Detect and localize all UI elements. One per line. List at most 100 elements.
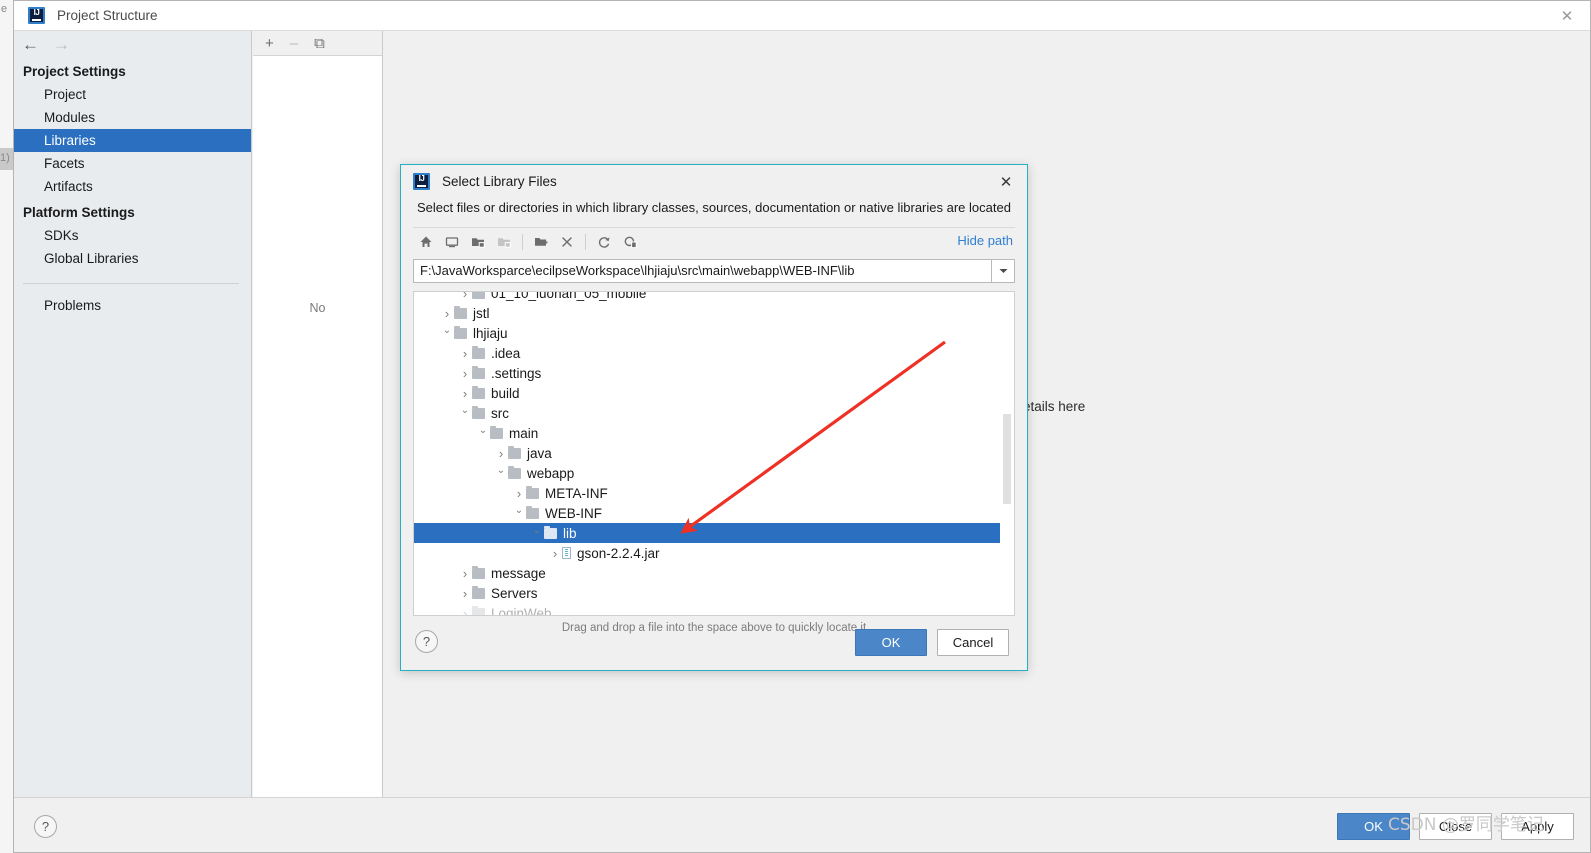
dialog-titlebar: Select Library Files ✕ — [401, 165, 1027, 198]
background-glyph-top: e — [1, 3, 8, 15]
folder-icon — [454, 305, 467, 319]
tree-scrollbar-thumb[interactable] — [1003, 414, 1011, 504]
tree-row-label: Servers — [491, 585, 538, 601]
folder-icon — [472, 385, 485, 399]
tree-row-label: .idea — [491, 345, 521, 361]
help-icon[interactable]: ? — [34, 815, 57, 838]
tree-row-label: WEB-INF — [545, 505, 602, 521]
arrow-right-icon[interactable]: → — [53, 36, 70, 53]
tree-row[interactable]: build — [414, 383, 1014, 403]
arrow-left-icon[interactable]: ← — [22, 36, 39, 53]
chevron-down-icon[interactable] — [494, 468, 508, 479]
dialog-file-toolbar: Hide path — [413, 227, 1015, 255]
folder-icon — [526, 505, 539, 519]
tree-row[interactable]: .settings — [414, 363, 1014, 383]
tree-row[interactable]: META-INF — [414, 483, 1014, 503]
sidebar-item-artifacts[interactable]: Artifacts — [14, 175, 251, 198]
show-hidden-icon[interactable] — [617, 231, 643, 253]
desktop-icon[interactable] — [439, 231, 465, 253]
chevron-right-icon[interactable] — [458, 346, 472, 361]
tree-row[interactable]: main — [414, 423, 1014, 443]
toolbar-divider — [585, 233, 586, 250]
folder-icon — [544, 525, 557, 539]
tree-row[interactable]: Servers — [414, 583, 1014, 603]
tree-row-label: java — [527, 445, 552, 461]
chevron-right-icon[interactable] — [494, 446, 508, 461]
sidebar-heading-project-settings: Project Settings — [23, 64, 126, 79]
dialog-title: Select Library Files — [442, 174, 557, 189]
chevron-down-icon[interactable] — [991, 259, 1015, 283]
path-row: F:\JavaWorksparce\ecilpseWorkspace\lhjia… — [413, 259, 1015, 283]
tree-row[interactable]: 01_10_luohan_05_mobile — [414, 292, 1014, 303]
expand-folder-icon[interactable] — [491, 231, 517, 253]
chevron-right-icon[interactable] — [512, 486, 526, 501]
chevron-down-icon[interactable] — [530, 528, 544, 539]
tree-row[interactable]: src — [414, 403, 1014, 423]
add-button[interactable]: + — [265, 36, 274, 51]
libraries-list-empty-text: No — [309, 301, 326, 315]
dialog-footer-buttons: OK Cancel — [855, 629, 1009, 656]
libraries-list-toolbar: + – ⧉ — [253, 31, 382, 56]
dialog-ok-button[interactable]: OK — [855, 629, 927, 656]
new-folder-icon[interactable] — [528, 231, 554, 253]
tree-row[interactable]: WEB-INF — [414, 503, 1014, 523]
dialog-cancel-button[interactable]: Cancel — [937, 629, 1009, 656]
copy-button[interactable]: ⧉ — [314, 36, 325, 51]
hide-path-link[interactable]: Hide path — [957, 233, 1013, 248]
tree-scrollbar[interactable] — [1000, 292, 1014, 615]
tree-row[interactable]: lib — [414, 523, 1014, 543]
sidebar-divider — [23, 283, 239, 284]
home-icon[interactable] — [413, 231, 439, 253]
chevron-down-icon[interactable] — [440, 328, 454, 339]
sidebar-item-sdks[interactable]: SDKs — [14, 224, 251, 247]
chevron-right-icon[interactable] — [458, 566, 472, 581]
toolbar-divider — [522, 233, 523, 250]
chevron-down-icon[interactable] — [476, 428, 490, 439]
close-icon[interactable]: ✕ — [1544, 1, 1590, 30]
sidebar-item-libraries[interactable]: Libraries — [14, 129, 251, 152]
file-tree[interactable]: 01_10_luohan_05_mobilejstl lhjiaju .idea .s… — [413, 291, 1015, 616]
dialog-subtitle: Select files or directories in which lib… — [417, 200, 1011, 215]
sidebar-nav-arrows: ← → — [14, 31, 251, 57]
chevron-right-icon[interactable] — [458, 386, 472, 401]
background-glyph-mid: 1) — [0, 152, 10, 164]
folder-icon — [454, 325, 467, 339]
sidebar-item-modules[interactable]: Modules — [14, 106, 251, 129]
folder-icon — [508, 465, 521, 479]
chevron-right-icon[interactable] — [548, 546, 562, 561]
close-icon[interactable]: ✕ — [995, 171, 1017, 193]
page-title: Project Structure — [57, 8, 158, 23]
chevron-right-icon[interactable] — [458, 586, 472, 601]
help-icon[interactable]: ? — [415, 630, 438, 653]
select-library-files-dialog: Select Library Files ✕ Select files or d… — [400, 164, 1028, 671]
sidebar-item-global-libraries[interactable]: Global Libraries — [14, 247, 251, 270]
delete-icon[interactable] — [554, 231, 580, 253]
folder-icon — [508, 445, 521, 459]
tree-row[interactable]: jstl — [414, 303, 1014, 323]
chevron-right-icon[interactable] — [440, 306, 454, 321]
tree-row[interactable]: java — [414, 443, 1014, 463]
sidebar-item-project[interactable]: Project — [14, 83, 251, 106]
folder-icon — [472, 365, 485, 379]
tree-row[interactable]: .idea — [414, 343, 1014, 363]
path-input[interactable]: F:\JavaWorksparce\ecilpseWorkspace\lhjia… — [413, 259, 991, 283]
tree-row[interactable]: gson-2.2.4.jar — [414, 543, 1014, 563]
chevron-right-icon[interactable] — [458, 292, 472, 301]
collapse-folder-icon[interactable] — [465, 231, 491, 253]
tree-row-label: lhjiaju — [473, 325, 508, 341]
sidebar-item-problems[interactable]: Problems — [14, 294, 251, 317]
intellij-idea-icon — [413, 173, 430, 190]
chevron-down-icon[interactable] — [512, 508, 526, 519]
folder-icon — [490, 425, 503, 439]
sidebar-heading-platform-settings: Platform Settings — [23, 205, 135, 220]
chevron-right-icon[interactable] — [458, 366, 472, 381]
sidebar-item-facets[interactable]: Facets — [14, 152, 251, 175]
remove-button[interactable]: – — [290, 36, 298, 51]
refresh-icon[interactable] — [591, 231, 617, 253]
settings-sidebar: ← → Project Settings Project Modules Lib… — [14, 31, 252, 797]
tree-row[interactable]: lhjiaju — [414, 323, 1014, 343]
chevron-down-icon[interactable] — [458, 408, 472, 419]
libraries-list-panel: + – ⧉ No — [253, 31, 383, 797]
tree-row[interactable]: message — [414, 563, 1014, 583]
tree-row[interactable]: webapp — [414, 463, 1014, 483]
